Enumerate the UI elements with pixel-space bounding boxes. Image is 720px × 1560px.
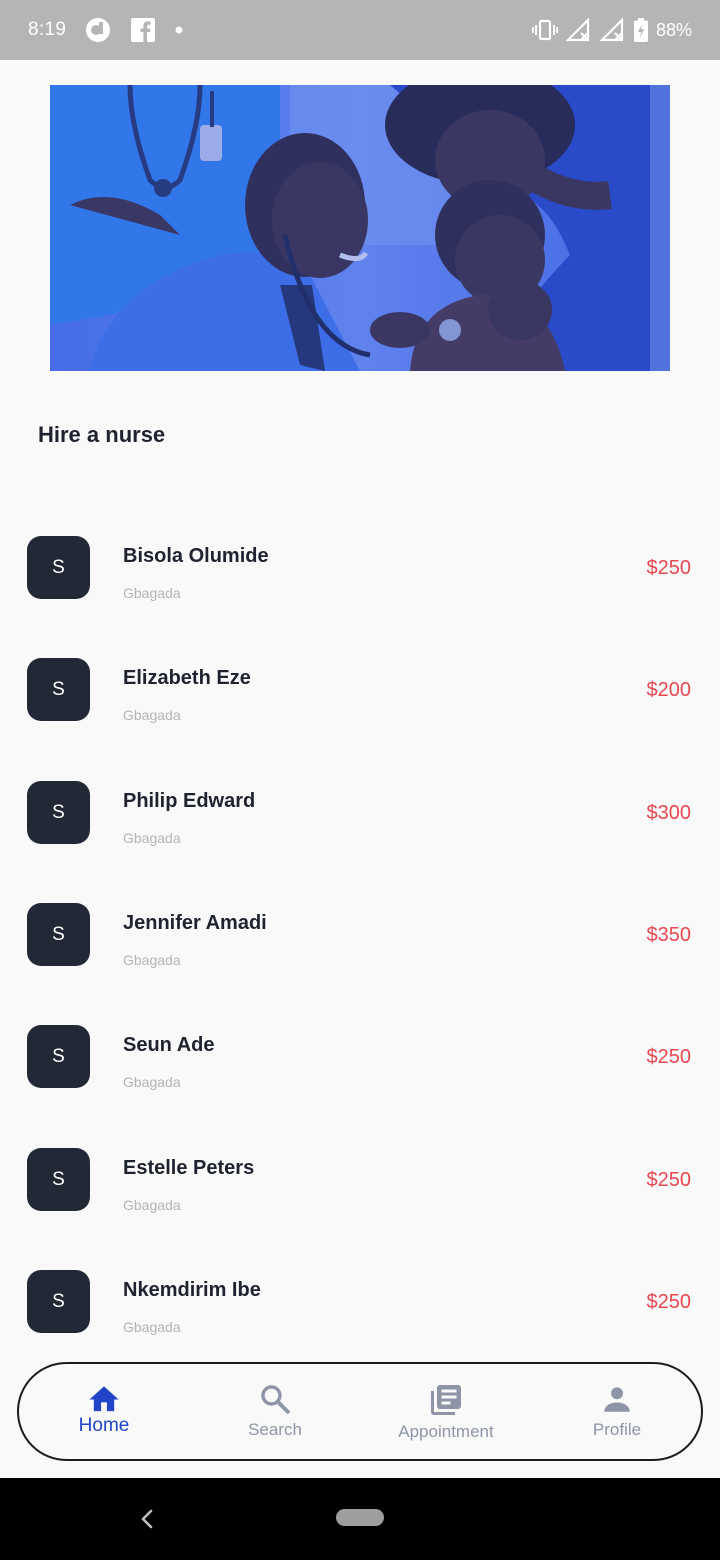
back-icon[interactable] — [138, 1505, 156, 1538]
vibrate-icon — [531, 19, 558, 41]
nurse-location: Gbagada — [123, 1197, 181, 1213]
list-item[interactable]: S Bisola Olumide Gbagada $250 — [0, 536, 720, 626]
avatar: S — [27, 1270, 90, 1333]
status-bar: 8:19 88% — [0, 0, 720, 60]
nurse-location: Gbagada — [123, 830, 181, 846]
nurse-price: $250 — [646, 1291, 692, 1313]
app-notification-icon — [84, 16, 112, 44]
nurse-price: $250 — [646, 557, 692, 579]
list-item[interactable]: S Jennifer Amadi Gbagada $350 — [0, 903, 720, 993]
nurse-name: Seun Ade — [123, 1034, 215, 1056]
signal-no-sim-icon — [599, 18, 626, 42]
list-item[interactable]: S Estelle Peters Gbagada $250 — [0, 1148, 720, 1238]
nurse-price: $200 — [646, 679, 692, 701]
nurse-location: Gbagada — [123, 707, 181, 723]
avatar: S — [27, 658, 90, 721]
nurse-name: Jennifer Amadi — [123, 912, 267, 934]
nurse-name: Nkemdirim Ibe — [123, 1279, 261, 1301]
avatar: S — [27, 781, 90, 844]
nav-appointment-label: Appointment — [398, 1422, 494, 1441]
nurse-location: Gbagada — [123, 1074, 181, 1090]
nurse-price: $300 — [646, 802, 692, 824]
home-icon — [89, 1386, 119, 1412]
nurse-price: $350 — [646, 924, 692, 946]
dot-icon — [174, 25, 184, 35]
nav-home[interactable]: Home — [19, 1364, 189, 1459]
nurse-price: $250 — [646, 1046, 692, 1068]
avatar: S — [27, 1148, 90, 1211]
list-item[interactable]: S Elizabeth Eze Gbagada $200 — [0, 658, 720, 748]
nurse-location: Gbagada — [123, 1319, 181, 1335]
nav-profile[interactable]: Profile — [532, 1364, 702, 1459]
search-icon — [261, 1385, 290, 1414]
nav-appointment[interactable]: Appointment — [361, 1364, 531, 1459]
status-time: 8:19 — [28, 19, 67, 40]
bottom-nav: Home Search Appointment Profile — [17, 1362, 703, 1461]
avatar: S — [27, 1025, 90, 1088]
nurse-location: Gbagada — [123, 585, 181, 601]
nurse-name: Elizabeth Eze — [123, 667, 251, 689]
list-item[interactable]: S Seun Ade Gbagada $250 — [0, 1025, 720, 1115]
section-title: Hire a nurse — [38, 422, 166, 447]
appointment-icon — [431, 1385, 461, 1415]
nurse-price: $250 — [646, 1169, 692, 1191]
nurse-location: Gbagada — [123, 952, 181, 968]
signal-no-sim-icon — [565, 18, 592, 42]
nav-profile-label: Profile — [592, 1420, 642, 1439]
nav-search[interactable]: Search — [190, 1364, 360, 1459]
system-nav-bar — [0, 1478, 720, 1560]
hero-image — [50, 85, 670, 371]
nav-home-label: Home — [78, 1415, 130, 1436]
nurse-name: Philip Edward — [123, 790, 256, 812]
battery-charging-icon — [633, 18, 648, 42]
list-item[interactable]: S Nkemdirim Ibe Gbagada $250 — [0, 1270, 720, 1360]
nurse-name: Bisola Olumide — [123, 545, 269, 567]
nav-search-label: Search — [248, 1420, 302, 1439]
home-pill-button[interactable] — [336, 1509, 384, 1526]
facebook-icon — [130, 17, 156, 43]
nurse-name: Estelle Peters — [123, 1157, 255, 1179]
avatar: S — [27, 536, 90, 599]
battery-percent: 88% — [655, 19, 692, 40]
avatar: S — [27, 903, 90, 966]
list-item[interactable]: S Philip Edward Gbagada $300 — [0, 781, 720, 871]
profile-icon — [604, 1387, 630, 1412]
